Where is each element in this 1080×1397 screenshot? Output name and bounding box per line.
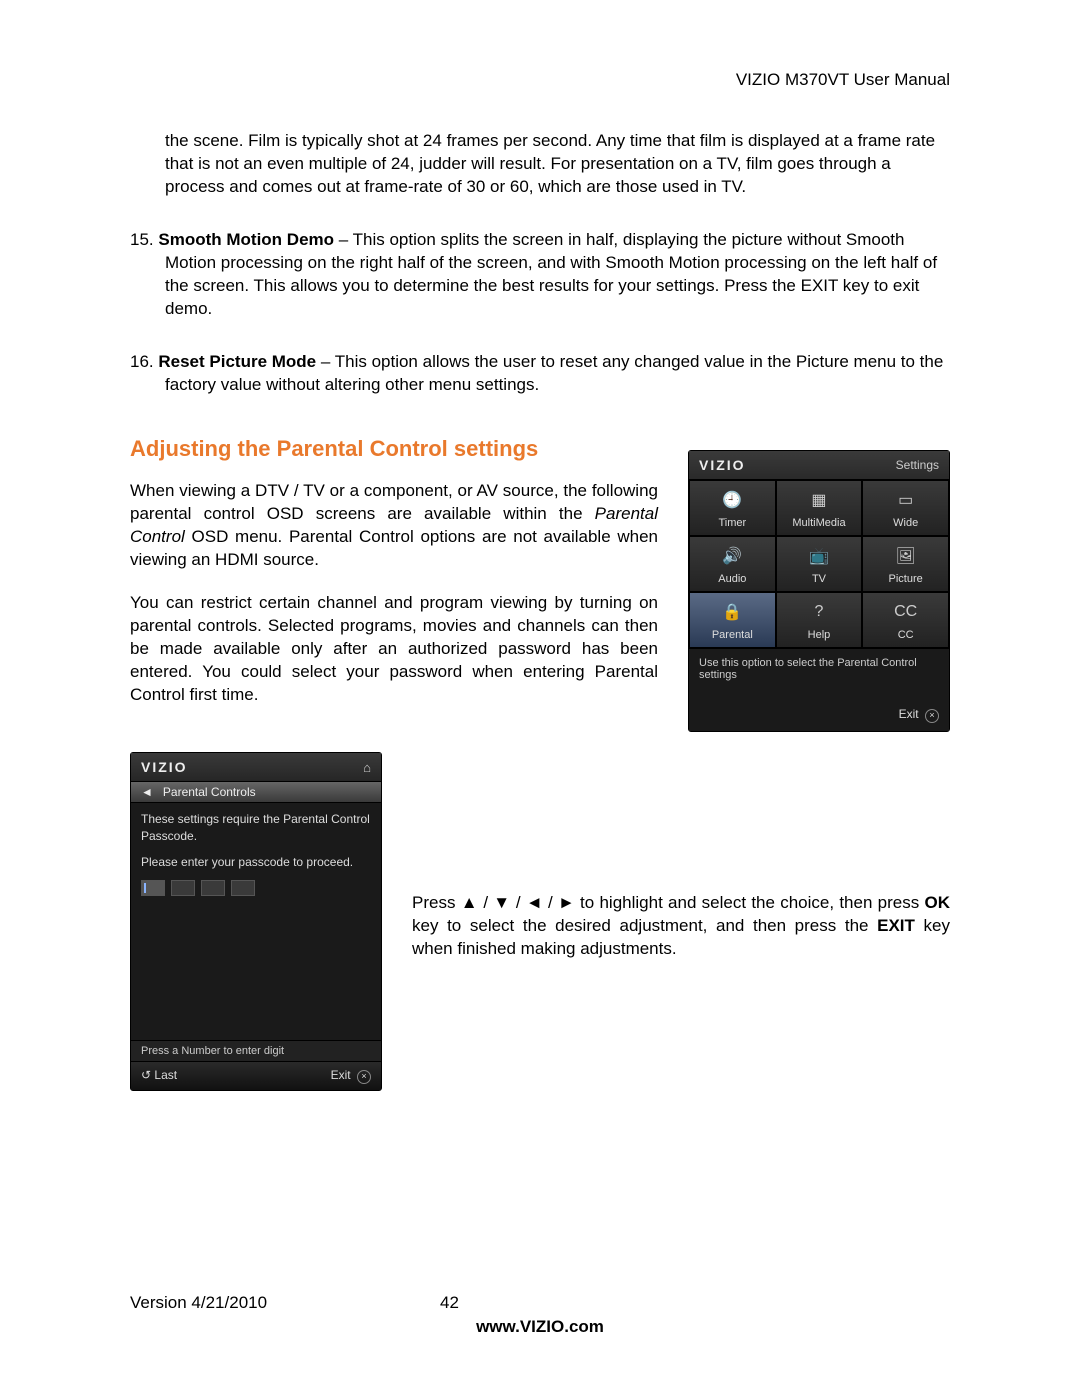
osd2-footer: Last Exit ×: [131, 1061, 381, 1090]
cell-label: Timer: [690, 517, 775, 529]
version-text: Version 4/21/2010: [130, 1293, 440, 1313]
exit-key: EXIT: [877, 916, 915, 935]
header-title: VIZIO M370VT User Manual: [130, 70, 950, 90]
footer-url: www.VIZIO.com: [130, 1317, 950, 1337]
passcode-line2: Please enter your passcode to proceed.: [141, 854, 371, 870]
exit-icon: ×: [357, 1070, 371, 1084]
spacer: [141, 916, 371, 1036]
osd-header: VIZIO Settings: [689, 451, 949, 480]
osd-cell-wide[interactable]: ▭ Wide: [862, 480, 949, 536]
osd2-header: VIZIO ⌂: [131, 753, 381, 782]
last-button[interactable]: Last: [141, 1068, 177, 1084]
back-arrow-icon[interactable]: ◄: [141, 785, 153, 799]
audio-icon: 🔊: [717, 545, 747, 567]
osd-cell-picture[interactable]: 🖼 Picture: [862, 536, 949, 592]
instr-b: to highlight and select the choice, then…: [575, 893, 925, 912]
cell-label: Help: [777, 629, 862, 641]
osd-cell-parental[interactable]: 🔒 Parental: [689, 592, 776, 648]
cell-label: MultiMedia: [777, 517, 862, 529]
osd-cell-help[interactable]: ? Help: [776, 592, 863, 648]
passcode-line1: These settings require the Parental Cont…: [141, 811, 371, 843]
item-number: 15.: [130, 230, 154, 249]
passcode-input[interactable]: [141, 880, 371, 896]
osd-title: Settings: [896, 458, 939, 472]
tv-icon: 📺: [804, 545, 834, 567]
instr-c: key to select the desired adjustment, an…: [412, 916, 877, 935]
instr-a: Press: [412, 893, 461, 912]
cc-icon: CC: [891, 601, 921, 623]
osd-exit[interactable]: Exit ×: [689, 703, 949, 731]
para1-a: When viewing a DTV / TV or a component, …: [130, 481, 658, 523]
picture-icon: 🖼: [891, 545, 921, 567]
osd2-titlebar: ◄ Parental Controls: [131, 782, 381, 803]
para1-b: OSD menu. Parental Control options are n…: [130, 527, 658, 569]
section-text: When viewing a DTV / TV or a component, …: [130, 480, 658, 726]
item-title: Smooth Motion Demo: [158, 230, 334, 249]
osd-cell-cc[interactable]: CC CC: [862, 592, 949, 648]
wide-icon: ▭: [891, 489, 921, 511]
settings-osd: VIZIO Settings 🕘 Timer ▦ MultiMedia ▭ Wide …: [688, 450, 950, 732]
manual-page: VIZIO M370VT User Manual the scene. Film…: [0, 0, 1080, 1397]
page-number: 42: [440, 1293, 459, 1313]
osd2-hint: Press a Number to enter digit: [131, 1040, 381, 1061]
osd-grid: 🕘 Timer ▦ MultiMedia ▭ Wide 🔊 Audio 📺 TV 🖼 Pic…: [689, 480, 949, 648]
osd-cell-tv[interactable]: 📺 TV: [776, 536, 863, 592]
osd-hint: Use this option to select the Parental C…: [689, 648, 949, 703]
arrow-keys: ▲ / ▼ / ◄ / ►: [461, 893, 575, 912]
osd2-title: Parental Controls: [163, 785, 256, 799]
cell-label: Wide: [863, 517, 948, 529]
osd2-body: These settings require the Parental Cont…: [131, 803, 381, 1040]
cell-label: TV: [777, 573, 862, 585]
item-dash: –: [334, 230, 353, 249]
help-icon: ?: [804, 601, 834, 623]
exit-button[interactable]: Exit ×: [331, 1068, 371, 1084]
timer-icon: 🕘: [717, 489, 747, 511]
navigation-instruction: Press ▲ / ▼ / ◄ / ► to highlight and sel…: [412, 752, 950, 961]
item-title: Reset Picture Mode: [158, 352, 316, 371]
item-dash: –: [316, 352, 335, 371]
cell-label: Audio: [690, 573, 775, 585]
exit-icon: ×: [925, 709, 939, 723]
passcode-osd: VIZIO ⌂ ◄ Parental Controls These settin…: [130, 752, 382, 1091]
passcode-digit[interactable]: [171, 880, 195, 896]
osd-brand: VIZIO: [699, 457, 746, 473]
osd-cell-audio[interactable]: 🔊 Audio: [689, 536, 776, 592]
cell-label: CC: [863, 629, 948, 641]
list-item-16: 16. Reset Picture Mode – This option all…: [130, 351, 950, 397]
osd-brand: VIZIO: [141, 759, 188, 775]
para-1: When viewing a DTV / TV or a component, …: [130, 480, 658, 572]
page-footer: Version 4/21/2010 42 www.VIZIO.com: [130, 1293, 950, 1337]
list-item-15: 15. Smooth Motion Demo – This option spl…: [130, 229, 950, 321]
cell-label: Picture: [863, 573, 948, 585]
osd-cell-timer[interactable]: 🕘 Timer: [689, 480, 776, 536]
passcode-digit[interactable]: [201, 880, 225, 896]
exit-label: Exit: [899, 707, 919, 721]
passcode-digit[interactable]: [141, 880, 165, 896]
passcode-digit[interactable]: [231, 880, 255, 896]
cell-label: Parental: [690, 629, 775, 641]
item-lead: This: [353, 230, 385, 249]
exit-label: Exit: [331, 1068, 351, 1082]
ok-key: OK: [925, 893, 951, 912]
osd-cell-multimedia[interactable]: ▦ MultiMedia: [776, 480, 863, 536]
intro-continuation: the scene. Film is typically shot at 24 …: [130, 130, 950, 199]
multimedia-icon: ▦: [804, 489, 834, 511]
home-icon[interactable]: ⌂: [363, 760, 371, 775]
para-2: You can restrict certain channel and pro…: [130, 592, 658, 707]
lock-icon: 🔒: [717, 601, 747, 623]
item-number: 16.: [130, 352, 154, 371]
